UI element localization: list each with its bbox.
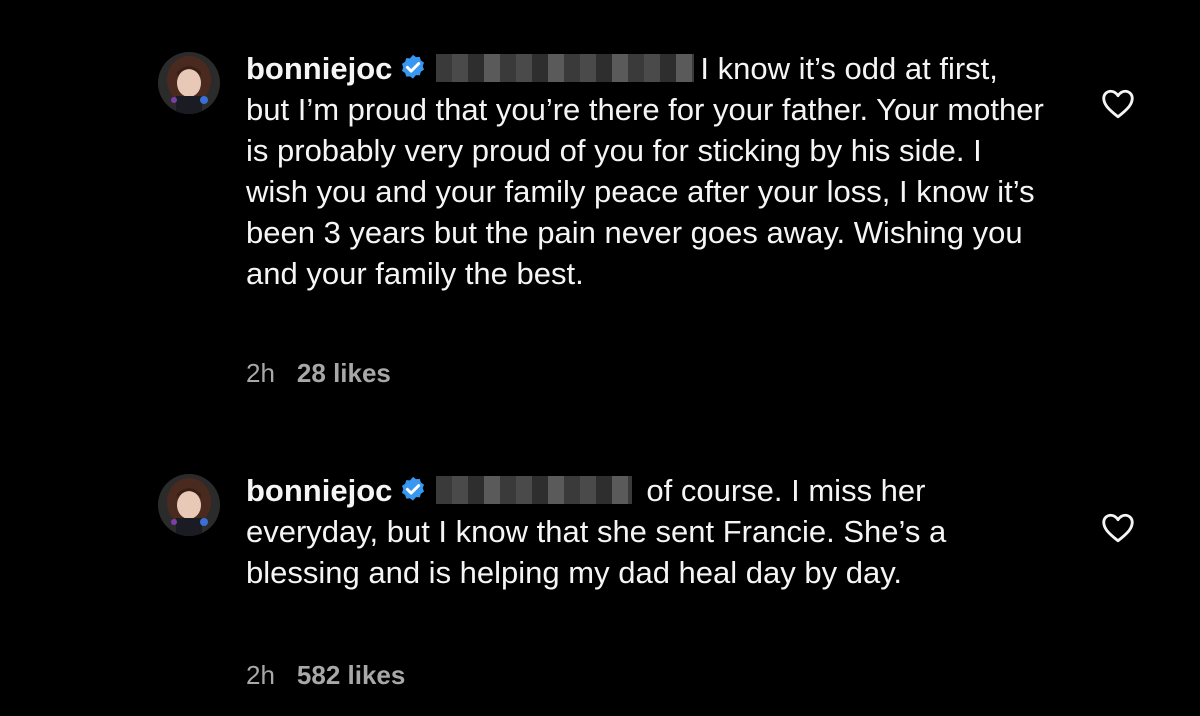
comment-timestamp: 2h xyxy=(246,358,275,388)
heart-outline-icon[interactable] xyxy=(1100,86,1136,122)
comment-text: bonniejoc I know it’s odd at first, but I… xyxy=(246,48,1046,294)
verified-badge-icon xyxy=(402,54,425,79)
comment-text: bonniejoc of course. I miss her everyday,… xyxy=(246,470,1046,593)
likes-count-button[interactable]: 28 likes xyxy=(297,358,391,388)
username-link[interactable]: bonniejoc xyxy=(246,51,392,86)
redacted-mention xyxy=(436,54,695,82)
avatar[interactable] xyxy=(158,52,220,114)
comment-timestamp: 2h xyxy=(246,660,275,690)
username-link[interactable]: bonniejoc xyxy=(246,473,392,508)
heart-outline-icon[interactable] xyxy=(1100,510,1136,546)
avatar[interactable] xyxy=(158,474,220,536)
comment-meta: 2h 582 likes xyxy=(246,660,405,691)
avatar-image xyxy=(158,474,220,536)
avatar-image xyxy=(158,52,220,114)
comment-body: I know it’s odd at first, but I’m proud … xyxy=(246,51,1044,291)
comment-meta: 2h 28 likes xyxy=(246,358,391,389)
redacted-mention xyxy=(436,476,633,504)
likes-count-button[interactable]: 582 likes xyxy=(297,660,405,690)
verified-badge-icon xyxy=(402,476,425,501)
